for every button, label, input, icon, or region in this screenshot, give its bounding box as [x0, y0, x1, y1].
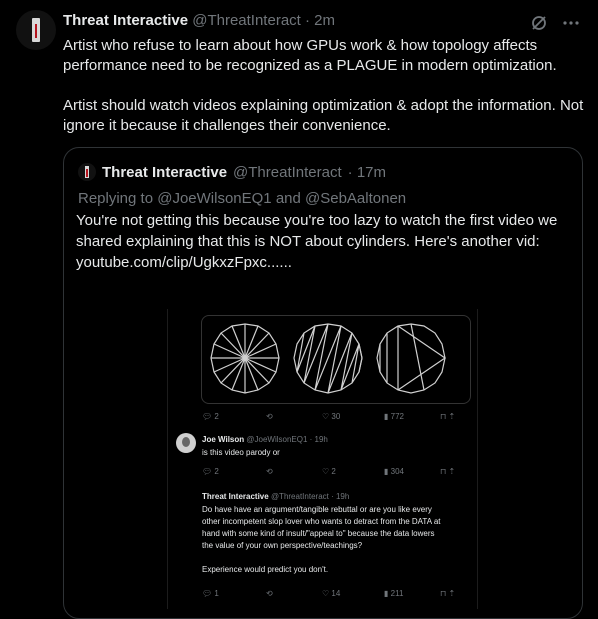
- reply-count: 💬︎ 1: [202, 589, 219, 598]
- quoted-tweet-text: You're not getting this because you're t…: [76, 210, 568, 273]
- threat-interactive-logo-icon: [85, 166, 89, 178]
- embedded-screenshot[interactable]: 💬︎ 2 ⟲ ♡ 30 ▮ 772 ⊓ ⇡ Joe Wilson @JoeWil…: [167, 309, 478, 609]
- like-count: ♡ 2: [322, 467, 336, 476]
- quoted-tweet-body: You're not getting this because you're t…: [76, 212, 558, 250]
- threat-interactive-logo-icon: [32, 18, 40, 42]
- grok-icon[interactable]: [530, 14, 548, 32]
- reply1-author-name: Joe Wilson: [202, 435, 245, 444]
- like-count: ♡ 14: [322, 589, 341, 598]
- quoted-author-avatar[interactable]: [78, 163, 96, 181]
- topology-wireframe-media: [201, 315, 471, 404]
- bookmark-share-icons: ⊓ ⇡: [440, 589, 456, 598]
- view-count: ▮ 211: [384, 589, 404, 598]
- reply2-text: Do have have an argument/tangible rebutt…: [202, 505, 441, 574]
- reply-icon: 💬︎: [202, 412, 213, 421]
- quoted-author-name[interactable]: Threat Interactive: [102, 164, 227, 181]
- tweet-header: Threat Interactive @ThreatInteract · 2m: [63, 12, 335, 29]
- view-count: ▮ 304: [384, 467, 404, 476]
- tweet-time[interactable]: · 2m: [305, 12, 335, 29]
- author-name[interactable]: Threat Interactive: [63, 12, 188, 29]
- heart-icon: ♡: [322, 589, 330, 598]
- views-icon: ▮: [384, 412, 389, 421]
- embedded-action-row-1: 💬︎ 2 ⟲ ♡ 30 ▮ 772 ⊓ ⇡: [202, 412, 472, 421]
- quoted-tweet-header: Threat Interactive @ThreatInteract · 17m: [78, 163, 386, 181]
- cylinder-topology-icon: [210, 323, 447, 394]
- bookmark-share-icons: ⊓ ⇡: [440, 467, 456, 476]
- heart-icon: ♡: [322, 467, 330, 476]
- reply1-handle: @JoeWilsonEQ1 · 19h: [246, 435, 328, 444]
- reply-count: 💬︎ 2: [202, 467, 219, 476]
- views-icon: ▮: [384, 467, 389, 476]
- embedded-action-row-2: 💬︎ 2 ⟲ ♡ 2 ▮ 304 ⊓ ⇡: [202, 467, 472, 476]
- reply2-author-name: Threat Interactive: [202, 492, 269, 501]
- repost-icon: ⟲: [266, 412, 273, 421]
- joe-wilson-avatar: [176, 433, 196, 453]
- tweet-text: Artist who refuse to learn about how GPU…: [63, 36, 588, 136]
- view-count: ▮ 772: [384, 412, 404, 421]
- reply-icon: 💬︎: [202, 589, 213, 598]
- reply1-text: is this video parody or: [202, 448, 280, 457]
- views-icon: ▮: [384, 589, 389, 598]
- bookmark-share-icons: ⊓ ⇡: [440, 412, 456, 421]
- threat-interactive-reply-header: Threat Interactive @ThreatInteract · 19h: [202, 492, 349, 501]
- author-handle[interactable]: @ThreatInteract: [192, 12, 301, 29]
- quoted-author-handle[interactable]: @ThreatInteract: [233, 164, 342, 181]
- like-count: ♡ 30: [322, 412, 341, 421]
- tweet-top-actions: [530, 14, 580, 32]
- replying-to[interactable]: Replying to @JoeWilsonEQ1 and @SebAalton…: [78, 190, 406, 207]
- embedded-action-row-3: 💬︎ 1 ⟲ ♡ 14 ▮ 211 ⊓ ⇡: [202, 589, 472, 598]
- youtube-link[interactable]: youtube.com/clip/UgkxzFpxc......: [76, 254, 292, 271]
- tweet-paragraph-1: Artist who refuse to learn about how GPU…: [63, 37, 557, 74]
- reply-count: 💬︎ 2: [202, 412, 219, 421]
- tweet-paragraph-2: Artist should watch videos explaining op…: [63, 97, 584, 134]
- repost-icon: ⟲: [266, 467, 273, 476]
- reply-icon: 💬︎: [202, 467, 213, 476]
- ellipsis-icon[interactable]: [562, 14, 580, 32]
- author-avatar[interactable]: [16, 10, 56, 50]
- reply2-handle: @ThreatInteract · 19h: [270, 492, 350, 501]
- heart-icon: ♡: [322, 412, 330, 421]
- quoted-tweet-time[interactable]: · 17m: [348, 164, 386, 181]
- repost-icon: ⟲: [266, 589, 273, 598]
- quoted-tweet[interactable]: Threat Interactive @ThreatInteract · 17m…: [63, 147, 583, 619]
- joe-wilson-header: Joe Wilson @JoeWilsonEQ1 · 19h: [202, 435, 328, 444]
